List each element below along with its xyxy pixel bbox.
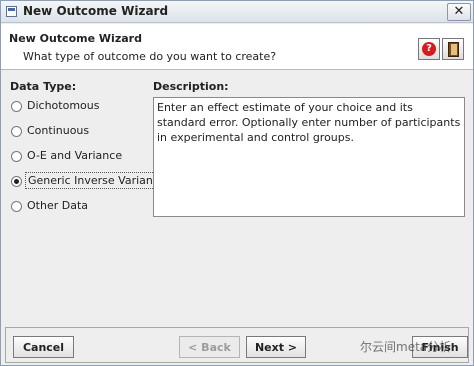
radio-label[interactable]: Other Data (27, 199, 88, 212)
radio-icon[interactable] (11, 126, 22, 137)
wizard-window: New Outcome Wizard ✕ New Outcome Wizard … (0, 0, 474, 366)
radio-label[interactable]: Continuous (27, 124, 89, 137)
description-label: Description: (153, 80, 229, 93)
data-type-label: Data Type: (10, 80, 77, 93)
manual-book-icon (448, 42, 459, 57)
title-bar: New Outcome Wizard ✕ (1, 1, 473, 23)
watermark: 尔云间meta分析 (360, 340, 452, 354)
radio-label[interactable]: O-E and Variance (27, 149, 122, 162)
radio-icon[interactable] (11, 101, 22, 112)
header-title: New Outcome Wizard (9, 32, 142, 45)
window-icon (6, 6, 17, 17)
back-button[interactable]: < Back (179, 336, 240, 358)
help-icon: ? (422, 42, 436, 56)
radio-label[interactable]: Generic Inverse Variance (25, 172, 169, 189)
wizard-header: New Outcome Wizard What type of outcome … (1, 24, 473, 70)
cancel-button[interactable]: Cancel (13, 336, 74, 358)
manual-button[interactable] (442, 38, 464, 60)
radio-icon[interactable] (11, 151, 22, 162)
description-text: Enter an effect estimate of your choice … (153, 97, 465, 217)
close-icon[interactable]: ✕ (447, 3, 471, 21)
header-subtitle: What type of outcome do you want to crea… (23, 50, 277, 63)
window-title: New Outcome Wizard (23, 4, 169, 18)
radio-icon[interactable] (11, 176, 22, 187)
wizard-body: Data Type: Dichotomous Continuous O-E an… (1, 71, 473, 325)
radio-icon[interactable] (11, 201, 22, 212)
radio-label[interactable]: Dichotomous (27, 99, 99, 112)
help-button[interactable]: ? (418, 38, 440, 60)
next-button[interactable]: Next > (246, 336, 306, 358)
